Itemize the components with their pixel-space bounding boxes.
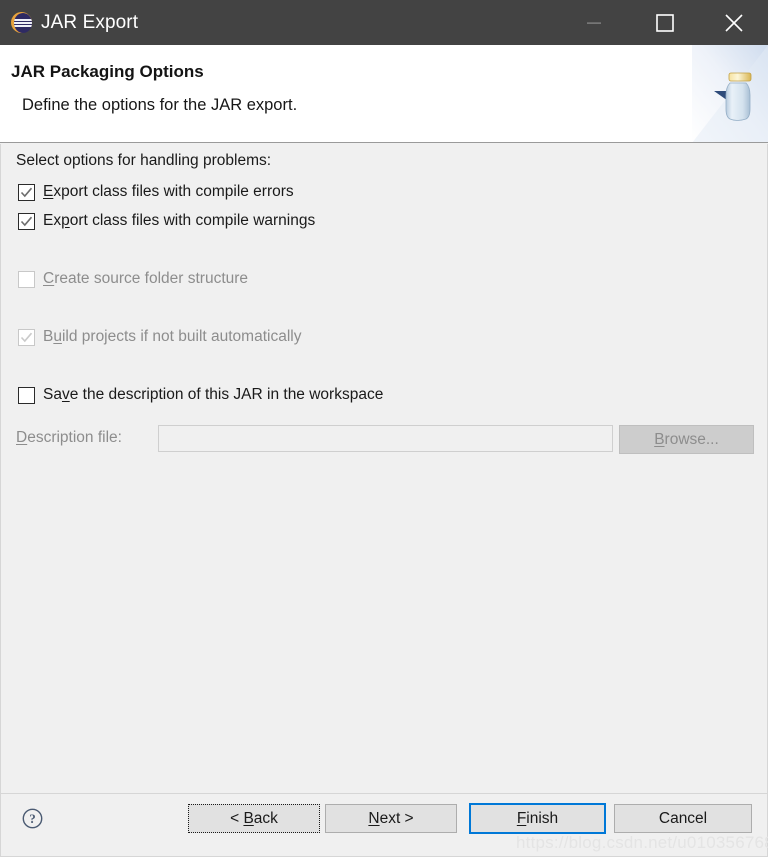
titlebar-left-group: JAR Export <box>0 12 559 33</box>
handling-problems-label: Select options for handling problems: <box>16 152 272 169</box>
option-create-source-folder-structure: Create source folder structure <box>18 268 248 290</box>
option-label: Create source folder structure <box>43 270 249 287</box>
option-export-with-compile-errors[interactable]: Export class files with compile errors <box>18 181 294 203</box>
checkbox-save-description[interactable] <box>18 386 35 404</box>
eclipse-icon-disc <box>14 12 32 33</box>
maximize-button[interactable] <box>630 0 699 45</box>
help-icon[interactable]: ? <box>22 808 43 829</box>
checkmark-icon <box>20 216 33 226</box>
page-title: JAR Packaging Options <box>11 62 204 81</box>
browse-button[interactable]: Browse... <box>619 425 754 454</box>
option-label: Export class files with compile errors <box>43 183 294 200</box>
option-save-description-in-workspace[interactable]: Save the description of this JAR in the … <box>18 384 383 406</box>
option-label: Export class files with compile warnings <box>43 212 316 229</box>
description-file-label: Description file: <box>16 429 122 446</box>
next-button[interactable]: Next > <box>325 804 457 833</box>
checkbox-build-projects <box>18 328 35 346</box>
cancel-button[interactable]: Cancel <box>614 804 752 833</box>
wizard-header: JAR Packaging Options Define the options… <box>0 45 768 143</box>
close-button[interactable] <box>699 0 768 45</box>
maximize-icon <box>655 13 674 32</box>
jar-export-dialog: JAR Export JAR Packaging Options Define … <box>0 0 768 857</box>
finish-button[interactable]: Finish <box>469 803 606 834</box>
checkbox-export-with-compile-warnings[interactable] <box>18 212 35 230</box>
dialog-button-bar: ? < Back Next > Finish Cancel <box>0 793 768 857</box>
checkmark-icon <box>20 187 33 197</box>
options-panel: Select options for handling problems: Ex… <box>0 144 768 793</box>
minimize-icon <box>586 22 601 24</box>
window-titlebar[interactable]: JAR Export <box>0 0 768 45</box>
eclipse-icon-stripe <box>14 19 32 21</box>
jar-wizard-banner-icon <box>692 45 768 142</box>
window-title: JAR Export <box>41 12 139 33</box>
page-description: Define the options for the JAR export. <box>22 96 298 114</box>
option-export-with-compile-warnings[interactable]: Export class files with compile warnings <box>18 210 315 232</box>
description-file-row: Description file: Browse... <box>16 425 754 454</box>
checkbox-create-source-folder-structure <box>18 270 35 288</box>
svg-text:?: ? <box>29 811 36 826</box>
back-button[interactable]: < Back <box>188 804 320 833</box>
window-controls <box>559 0 768 45</box>
eclipse-icon-stripe <box>14 22 32 24</box>
checkmark-icon <box>20 332 33 342</box>
option-build-projects-if-not-built-automatically: Build projects if not built automaticall… <box>18 326 301 348</box>
eclipse-icon-stripe <box>14 25 32 27</box>
close-icon <box>724 13 743 32</box>
description-file-input[interactable] <box>158 425 613 452</box>
option-label: Save the description of this JAR in the … <box>43 386 384 403</box>
option-label: Build projects if not built automaticall… <box>43 328 302 345</box>
minimize-button[interactable] <box>559 0 628 45</box>
checkbox-export-with-compile-errors[interactable] <box>18 183 35 201</box>
eclipse-icon <box>11 12 32 33</box>
